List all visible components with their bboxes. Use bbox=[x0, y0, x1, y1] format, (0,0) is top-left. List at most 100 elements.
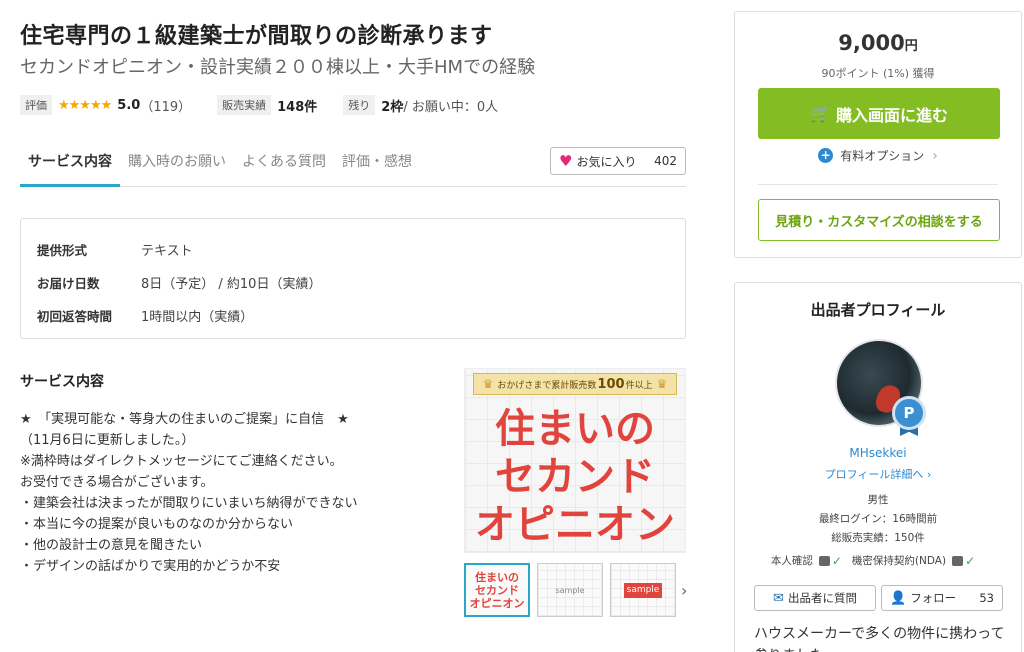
favorite-count: 402 bbox=[654, 154, 677, 168]
tab-reviews[interactable]: 評価・感想 bbox=[334, 146, 420, 183]
check-icon: ✓ bbox=[831, 553, 842, 568]
in-progress-value: / お願い中：0人 bbox=[403, 99, 499, 115]
hero-headline: 住まいの セカンド オピニオン bbox=[465, 405, 685, 549]
purchase-button-label: 購入画面に進む bbox=[835, 105, 948, 125]
favorite-label: お気に入り bbox=[576, 154, 637, 169]
tab-service[interactable]: サービス内容 bbox=[20, 146, 120, 187]
person-add-icon: 👤 bbox=[890, 590, 907, 606]
seller-total-sales: 総販売実績：150件 bbox=[831, 532, 925, 544]
consult-button[interactable]: 見積り・カスタマイズの相談をする bbox=[758, 199, 1000, 241]
banner-pre: おかげさまで累計販売数 bbox=[497, 380, 597, 391]
chevron-right-icon[interactable]: › bbox=[681, 581, 687, 600]
profile-detail-link[interactable]: プロフィール詳細へ › bbox=[735, 466, 1021, 482]
sales-value: 148件 bbox=[277, 99, 318, 115]
description-line: ・デザインの話ばかりで実用的かどうか不安 bbox=[20, 559, 281, 574]
page-subtitle: セカンドオピニオン・設計実績２００棟以上・大手HMでの経験 bbox=[20, 57, 536, 78]
document-icon bbox=[952, 555, 964, 566]
description-line: ・本当に今の提案が良いものなのか分からない bbox=[20, 517, 294, 532]
spec-row: お届け日数 8日（予定） / 約10日（実績） bbox=[37, 266, 669, 299]
purchase-button[interactable]: 🛒 購入画面に進む bbox=[758, 88, 1000, 139]
seller-profile-box: 出品者プロフィール P MHsekkei プロフィール詳細へ › 男性 最終ログ… bbox=[734, 282, 1022, 652]
purchase-box: 9,000円 90ポイント (1%) 獲得 🛒 購入画面に進む + 有料オプショ… bbox=[734, 11, 1022, 258]
rank-badge-icon: P bbox=[892, 396, 926, 430]
sales-banner: ♛ おかげさまで累計販売数 100 件以上 ♛ bbox=[473, 373, 677, 395]
hero-line: セカンド bbox=[495, 454, 655, 500]
service-meta: 評価 ★★★★★ 5.0 （119） 販売実績 148件 残り 2枠 / お願い… bbox=[20, 95, 498, 115]
price-value: 9,000 bbox=[838, 31, 905, 55]
price-currency: 円 bbox=[904, 39, 918, 54]
hero-image[interactable]: ♛ おかげさまで累計販売数 100 件以上 ♛ 住まいの セカンド オピニオン bbox=[464, 368, 686, 553]
plus-circle-icon: + bbox=[818, 148, 834, 163]
rating-stars-icon: ★★★★★ bbox=[58, 97, 112, 113]
description-line: ・他の設計士の意見を聞きたい bbox=[20, 538, 203, 553]
description-body: ★ 「実現可能な・等身大の住まいのご提案」に自信 ★ （11月6日に更新しました… bbox=[20, 409, 440, 577]
spec-key: お届け日数 bbox=[37, 276, 100, 291]
price: 9,000円 bbox=[735, 31, 1021, 55]
nda-label: 機密保持契約(NDA) bbox=[851, 555, 947, 567]
thumb-line: セカンド bbox=[475, 583, 519, 597]
follow-button[interactable]: 👤 フォロー 53 bbox=[881, 585, 1003, 611]
verification-row: 本人確認 ✓ 機密保持契約(NDA) ✓ bbox=[735, 553, 1021, 568]
id-card-icon bbox=[818, 555, 830, 566]
sales-tag: 販売実績 bbox=[217, 95, 272, 115]
rating-value: 5.0 bbox=[117, 97, 141, 113]
profile-heading: 出品者プロフィール bbox=[810, 301, 946, 319]
heart-icon: ♥ bbox=[559, 152, 573, 170]
thumbnail-1[interactable]: 住まいの セカンド オピニオン bbox=[464, 563, 530, 617]
description-heading: サービス内容 bbox=[20, 374, 104, 390]
identity-label: 本人確認 bbox=[770, 555, 813, 567]
spec-value: テキスト bbox=[141, 244, 193, 259]
thumbnail-2[interactable]: sample bbox=[537, 563, 603, 617]
favorite-button[interactable]: ♥ お気に入り 402 bbox=[550, 147, 686, 175]
thumb-line: 住まいの bbox=[475, 570, 519, 584]
ask-seller-button[interactable]: ✉ 出品者に質問 bbox=[754, 585, 876, 611]
seller-last-login: 最終ログイン：16時間前 bbox=[818, 513, 938, 525]
tab-purchase-notes[interactable]: 購入時のお願い bbox=[120, 146, 234, 183]
paid-option-label: 有料オプション bbox=[840, 149, 925, 163]
spec-row: 提供形式 テキスト bbox=[37, 233, 669, 266]
points-info: 90ポイント (1%) 獲得 bbox=[821, 67, 935, 80]
page-title: 住宅専門の１級建築士が間取りの診断承ります bbox=[20, 24, 493, 49]
crown-icon: ♛ bbox=[656, 377, 668, 391]
seller-bio: ハウスメーカーで多くの物件に携わって参りました bbox=[754, 626, 1005, 652]
remaining-tag: 残り bbox=[343, 95, 376, 115]
sample-label: sample bbox=[555, 585, 585, 595]
seller-username[interactable]: MHsekkei bbox=[735, 446, 1021, 460]
cart-icon: 🛒 bbox=[810, 104, 830, 123]
spec-key: 提供形式 bbox=[37, 243, 88, 258]
rating-tag: 評価 bbox=[20, 95, 52, 115]
banner-number: 100 bbox=[597, 376, 625, 392]
follow-label: フォロー bbox=[910, 591, 957, 605]
thumbnail-3[interactable]: sample bbox=[610, 563, 676, 617]
description-line: （11月6日に更新しました。） bbox=[20, 433, 195, 448]
seller-info: 男性 最終ログイン：16時間前 総販売実績：150件 bbox=[735, 491, 1021, 548]
thumbnail-strip: 住まいの セカンド オピニオン sample sample › bbox=[464, 563, 687, 617]
description-line: ※満枠時はダイレクトメッセージにてご連絡ください。 bbox=[20, 454, 343, 469]
divider bbox=[758, 184, 998, 185]
remaining-value: 2枠 bbox=[381, 99, 404, 115]
description-line: ・建築会社は決まったが間取りにいまいち納得ができない bbox=[20, 496, 358, 511]
chevron-right-icon: › bbox=[932, 147, 938, 164]
spec-key: 初回返答時間 bbox=[37, 309, 113, 324]
review-count[interactable]: （119） bbox=[140, 96, 191, 115]
hero-line: オピニオン bbox=[475, 502, 675, 548]
check-icon: ✓ bbox=[965, 553, 976, 568]
crown-icon: ♛ bbox=[482, 377, 494, 391]
description-line: ★ 「実現可能な・等身大の住まいのご提案」に自信 ★ bbox=[20, 412, 349, 427]
paid-option-link[interactable]: + 有料オプション › bbox=[735, 147, 1021, 164]
spec-value: 1時間以内（実績） bbox=[141, 310, 254, 325]
sample-label: sample bbox=[623, 582, 663, 598]
spec-row: 初回返答時間 1時間以内（実績） bbox=[37, 299, 669, 332]
hero-line: 住まいの bbox=[495, 406, 655, 452]
thumb-line: オピニオン bbox=[469, 596, 525, 610]
tab-faq[interactable]: よくある質問 bbox=[234, 146, 334, 183]
mail-icon: ✉ bbox=[773, 590, 784, 606]
seller-gender: 男性 bbox=[867, 494, 889, 506]
profile-actions: ✉ 出品者に質問 👤 フォロー 53 bbox=[754, 585, 1003, 611]
banner-post: 件以上 bbox=[625, 380, 653, 391]
ask-seller-label: 出品者に質問 bbox=[787, 591, 857, 605]
follow-count: 53 bbox=[979, 591, 994, 605]
description-line: お受付できる場合がございます。 bbox=[20, 475, 214, 490]
spec-value: 8日（予定） / 約10日（実績） bbox=[141, 277, 322, 292]
spec-box: 提供形式 テキスト お届け日数 8日（予定） / 約10日（実績） 初回返答時間… bbox=[20, 218, 686, 339]
